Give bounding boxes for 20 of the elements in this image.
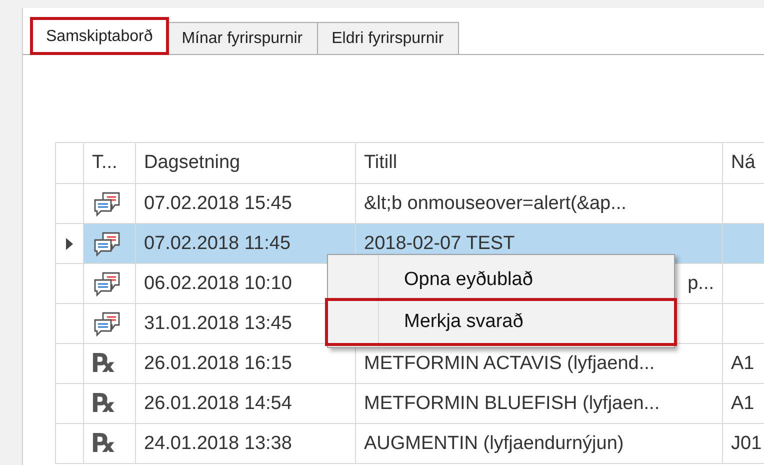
- table-cell: 07.02.2018 11:45: [136, 224, 356, 264]
- table-cell: METFORMIN ACTAVIS (lyfjaend...: [356, 344, 723, 384]
- table-cell: 24.01.2018 13:38: [136, 424, 356, 464]
- tab[interactable]: Samskiptaborð: [31, 18, 168, 54]
- tab[interactable]: Mínar fyrirspurnir: [166, 22, 318, 54]
- caret-icon: [66, 238, 73, 250]
- table-cell: METFORMIN BLUEFISH (lyfjaen...: [356, 384, 723, 424]
- prescription-symbol: ℞: [92, 388, 116, 418]
- table-cell: 26.01.2018 14:54: [136, 384, 356, 424]
- table-cell: &lt;b onmouseover=alert(&ap...: [356, 184, 723, 224]
- tab[interactable]: Eldri fyrirspurnir: [316, 22, 459, 54]
- chat-bubbles-icon: [92, 230, 122, 258]
- prescription-symbol: ℞: [92, 348, 116, 378]
- prescription-symbol: ℞: [92, 428, 116, 458]
- row-header[interactable]: [56, 224, 84, 264]
- table-cell: 07.02.2018 15:45: [136, 184, 356, 224]
- chat-bubbles-icon: [92, 310, 122, 338]
- table-cell: AUGMENTIN (lyfjaendurnýjun): [356, 424, 723, 464]
- chat-bubbles-icon: [92, 270, 122, 298]
- chat-bubbles-icon: [92, 190, 122, 218]
